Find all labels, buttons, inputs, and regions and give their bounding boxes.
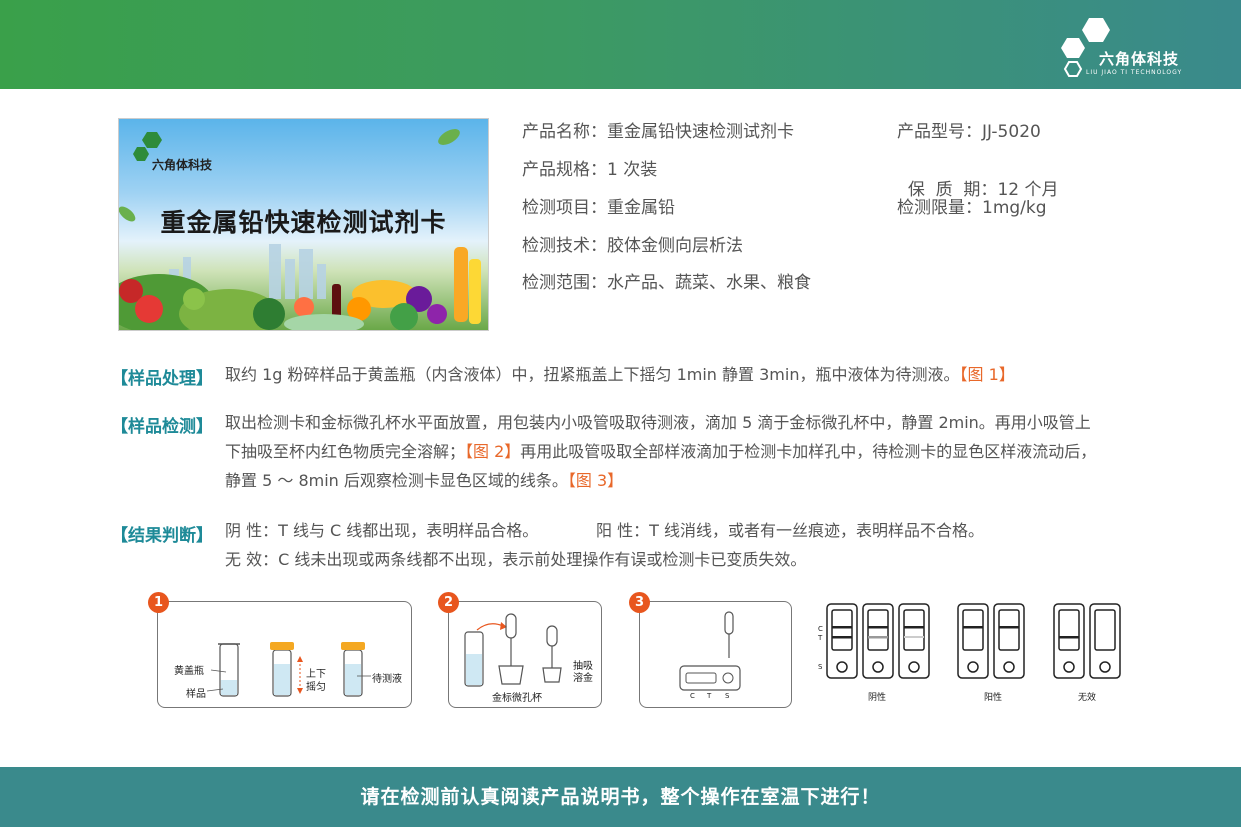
- fig3-c-mark: C: [690, 692, 695, 700]
- test-scope-label: 检测范围：: [522, 273, 607, 293]
- sample-test-line2a: 下抽吸至杯内红色物质完全溶解；: [225, 442, 466, 461]
- fig2-ref: 【图 2】: [465, 442, 521, 461]
- sample-test-line2: 下抽吸至杯内红色物质完全溶解；【图 2】再用此吸管吸取全部样液滴加于检测卡加样孔…: [225, 437, 1135, 466]
- banner-title: 重金属铅快速检测试剂卡: [160, 208, 447, 237]
- product-name-value: 重金属铅快速检测试剂卡: [607, 122, 794, 142]
- footer-notice: 请在检测前认真阅读产品说明书，整个操作在室温下进行！: [0, 767, 1241, 827]
- result-positive: 阳 性：T 线消线，或者有一丝痕迹，表明样品不合格。: [596, 521, 984, 540]
- brand-logo: 六角体科技 LIU JIAO TI TECHNOLOGY: [1059, 16, 1183, 78]
- sample-test-line3: 静置 5 ～ 8min 后观察检测卡显色区域的线条。【图 3】: [225, 466, 1135, 495]
- test-scope-value: 水产品、蔬菜、水果、粮食: [607, 273, 811, 293]
- product-name-label: 产品名称：: [522, 122, 607, 142]
- fig3-s-mark: S: [725, 692, 730, 700]
- brand-name: 六角体科技: [1099, 50, 1180, 68]
- fig1-ref: 【图 1】: [959, 365, 1015, 384]
- sample-test-line1: 取出检测卡和金标微孔杯水平面放置，用包装内小吸管吸取待测液，滴加 5 滴于金标微…: [225, 413, 1091, 432]
- figure-2-number: 2: [438, 592, 459, 613]
- fig1-bottle-label: 黄盖瓶: [174, 666, 204, 677]
- brand-subtitle: LIU JIAO TI TECHNOLOGY: [1086, 69, 1183, 76]
- detection-limit-value: 1mg/kg: [982, 198, 1047, 218]
- header-bar: 六角体科技 LIU JIAO TI TECHNOLOGY: [0, 0, 1241, 89]
- results-t-mark: T: [818, 634, 823, 642]
- sample-test-line3-text: 静置 5 ～ 8min 后观察检测卡显色区域的线条。: [225, 471, 568, 490]
- fig1-sample-label: 样品: [186, 689, 206, 700]
- fig2-draw-label2: 溶金: [573, 673, 593, 684]
- figure-1-card: 黄盖瓶 样品 上下 摇匀 待测液: [157, 601, 412, 708]
- sample-prep-label: 【样品处理】: [111, 369, 213, 389]
- banner-brand-name: 六角体科技: [152, 158, 213, 172]
- product-model-row: 产品型号：JJ-5020: [897, 117, 1041, 142]
- test-tech-label: 检测技术：: [522, 236, 607, 256]
- result-positive-caption: 阳性: [984, 693, 1003, 703]
- product-banner-image: 六角体科技 重金属铅快速检测试剂卡: [118, 118, 489, 331]
- detection-limit-label: 检测限量：: [897, 198, 982, 218]
- results-c-mark: C: [818, 625, 823, 633]
- test-scope-row: 检测范围：水产品、蔬菜、水果、粮食: [522, 268, 811, 293]
- results-s-mark: S: [818, 663, 823, 671]
- result-cards-drawing: [826, 603, 1121, 679]
- product-name-row: 产品名称：重金属铅快速检测试剂卡: [522, 117, 794, 142]
- result-invalid: 无 效：C 线未出现或两条线都不出现，表示前处理操作有误或检测卡已变质失效。: [225, 550, 807, 569]
- test-tech-row: 检测技术：胶体金侧向层析法: [522, 231, 743, 256]
- fig3-ref: 【图 3】: [567, 471, 624, 490]
- fig1-shake-label2: 摇匀: [306, 682, 326, 693]
- product-spec-value: 1 次装: [607, 160, 658, 180]
- test-item-row: 检测项目：重金属铅: [522, 193, 675, 218]
- fig1-liquid-label: 待测液: [372, 674, 402, 685]
- fig2-cup-label: 金标微孔杯: [492, 693, 542, 704]
- figure-3-number: 3: [629, 592, 650, 613]
- product-spec-label: 产品规格：: [522, 160, 607, 180]
- figure-2-card: 金标微孔杯 抽吸 溶金: [448, 601, 602, 708]
- test-tech-value: 胶体金侧向层析法: [607, 236, 743, 256]
- test-item-label: 检测项目：: [522, 198, 607, 218]
- sample-test-line2b: 再用此吸管吸取全部样液滴加于检测卡加样孔中，待检测卡的显色区样液流动后，: [520, 442, 1097, 461]
- result-negative: 阴 性：T 线与 C 线都出现，表明样品合格。: [225, 521, 539, 540]
- figure-1-number: 1: [148, 592, 169, 613]
- sample-prep-text: 取约 1g 粉碎样品于黄盖瓶（内含液体）中，扭紧瓶盖上下摇匀 1min 静置 3…: [225, 360, 1015, 389]
- product-spec-row: 产品规格：1 次装: [522, 155, 657, 180]
- test-item-value: 重金属铅: [607, 198, 675, 218]
- figure-3-drawing: [679, 611, 741, 691]
- product-model-value: JJ-5020: [982, 122, 1041, 142]
- sample-prep-body: 取约 1g 粉碎样品于黄盖瓶（内含液体）中，扭紧瓶盖上下摇匀 1min 静置 3…: [225, 365, 960, 384]
- detection-limit-row: 检测限量：1mg/kg: [897, 193, 1047, 218]
- figure-3-card: C T S: [639, 601, 792, 708]
- sample-test-label: 【样品检测】: [111, 417, 213, 437]
- result-label: 【结果判断】: [111, 526, 213, 546]
- result-invalid-caption: 无效: [1078, 693, 1097, 703]
- product-model-label: 产品型号：: [897, 122, 982, 142]
- fig3-t-mark: T: [707, 692, 712, 700]
- result-negative-caption: 阴性: [868, 693, 887, 703]
- sample-test-text: 取出检测卡和金标微孔杯水平面放置，用包装内小吸管吸取待测液，滴加 5 滴于金标微…: [225, 408, 1135, 495]
